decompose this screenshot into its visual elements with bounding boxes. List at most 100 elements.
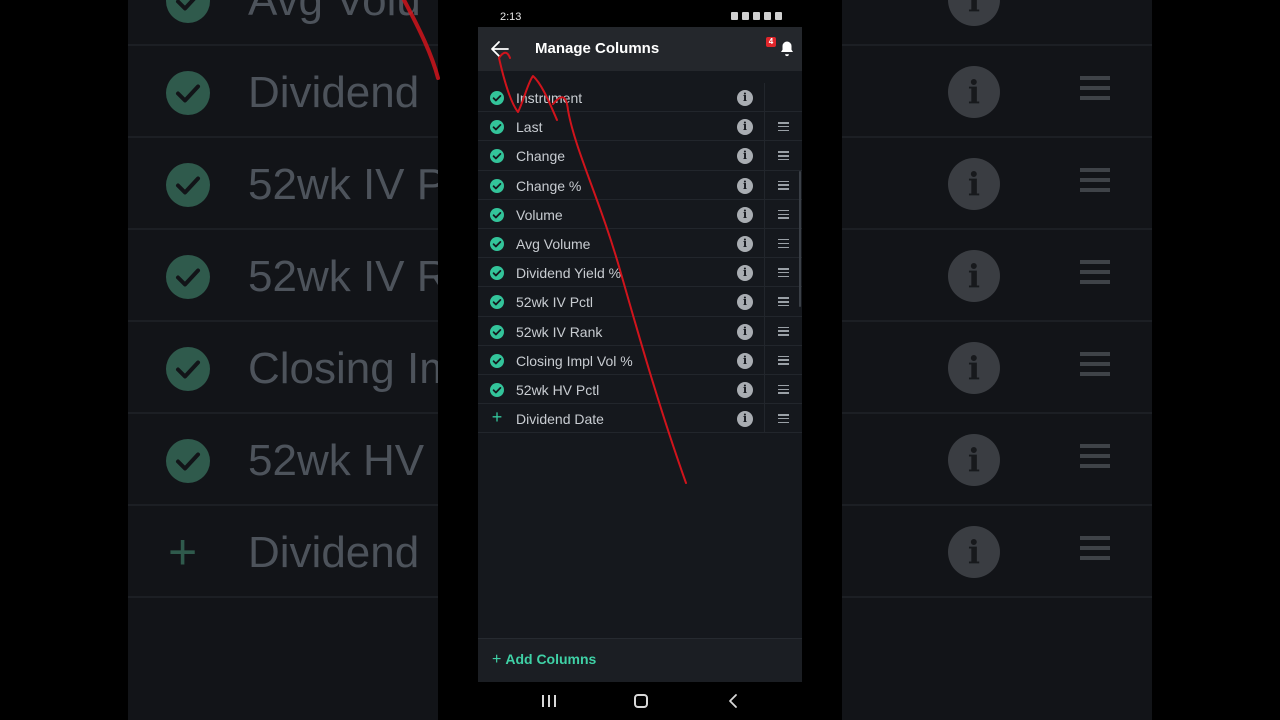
columns-panel: Instrument i Last i Change i Change % i Volume i A… xyxy=(478,71,802,638)
column-label: Avg Volume xyxy=(516,235,591,252)
column-label: Change % xyxy=(516,177,582,194)
column-row[interactable]: Change i xyxy=(478,141,802,171)
info-icon[interactable]: i xyxy=(737,119,753,136)
info-icon[interactable]: i xyxy=(737,323,753,340)
check-circle-icon xyxy=(166,439,210,483)
info-icon[interactable]: i xyxy=(737,148,753,165)
check-circle-icon[interactable] xyxy=(490,91,504,105)
page-title: Manage Columns xyxy=(535,40,660,57)
column-row[interactable]: Closing Impl Vol % i xyxy=(478,345,802,375)
arrow-left-icon xyxy=(491,41,509,57)
column-row[interactable]: Volume i xyxy=(478,199,802,229)
row-divider xyxy=(764,228,765,258)
drag-handle-icon[interactable] xyxy=(778,268,789,278)
plus-icon[interactable]: + xyxy=(489,408,505,426)
phone-screen: 2:13 Manage Columns 4 Instrument i Last i Ch… xyxy=(478,0,802,720)
add-columns-button[interactable]: + Add Columns xyxy=(492,651,596,669)
drag-handle-icon[interactable] xyxy=(778,238,789,249)
row-divider xyxy=(764,83,765,112)
battery-icon xyxy=(775,12,782,20)
info-icon[interactable]: i xyxy=(737,177,753,194)
check-circle-icon[interactable] xyxy=(490,178,504,193)
row-divider xyxy=(764,141,765,171)
drag-handle-icon[interactable] xyxy=(778,151,789,161)
row-divider xyxy=(764,404,765,434)
status-bar: 2:13 xyxy=(478,0,802,27)
app-bar: Manage Columns 4 xyxy=(478,27,802,71)
info-icon: i xyxy=(948,158,1000,210)
column-label: Volume xyxy=(516,206,563,223)
row-divider xyxy=(764,345,765,375)
add-columns-label: Add Columns xyxy=(505,651,597,667)
column-row[interactable]: Dividend Yield % i xyxy=(478,258,802,288)
row-divider xyxy=(764,258,765,288)
info-icon: i xyxy=(948,526,1000,578)
column-label: 52wk IV Pctl xyxy=(516,294,594,311)
drag-handle-icon[interactable] xyxy=(778,384,789,394)
check-circle-icon[interactable] xyxy=(490,266,504,281)
background-label: Avg Volu xyxy=(248,0,421,25)
plus-icon: + xyxy=(492,651,502,668)
info-icon[interactable]: i xyxy=(737,265,753,282)
column-row[interactable]: + Dividend Date i xyxy=(478,404,802,434)
check-circle-icon[interactable] xyxy=(490,120,504,135)
check-circle-icon[interactable] xyxy=(490,207,504,222)
column-label: Closing Impl Vol % xyxy=(516,352,633,369)
notification-badge: 4 xyxy=(766,37,776,47)
notifications-button[interactable]: 4 xyxy=(766,37,798,60)
check-circle-icon[interactable] xyxy=(490,149,504,164)
info-icon[interactable]: i xyxy=(737,235,753,252)
check-circle-icon[interactable] xyxy=(490,382,504,397)
info-icon[interactable]: i xyxy=(737,294,753,311)
column-row[interactable]: 52wk IV Rank i xyxy=(478,316,802,346)
background-label: 52wk IV P xyxy=(248,160,447,209)
check-circle-icon[interactable] xyxy=(490,324,504,339)
check-circle-icon[interactable] xyxy=(490,353,504,368)
columns-list: Instrument i Last i Change i Change % i Volume i A… xyxy=(478,83,802,434)
wifi-icon xyxy=(753,12,760,20)
drag-handle-icon[interactable] xyxy=(778,414,789,424)
check-circle-icon[interactable] xyxy=(490,236,504,251)
column-row[interactable]: Instrument i xyxy=(478,83,802,113)
chevron-left-icon xyxy=(729,694,737,708)
check-circle-icon xyxy=(166,0,210,23)
drag-handle-icon xyxy=(1080,536,1110,566)
signal-icon xyxy=(764,12,771,20)
drag-handle-icon[interactable] xyxy=(778,297,789,307)
column-label: Last xyxy=(516,119,543,136)
system-back-button[interactable] xyxy=(727,693,739,709)
column-row[interactable]: Change % i xyxy=(478,170,802,200)
column-row[interactable]: 52wk IV Pctl i xyxy=(478,287,802,317)
background-label: 52wk IV R xyxy=(248,252,449,301)
back-button[interactable] xyxy=(488,37,512,61)
mute-icon xyxy=(742,12,749,20)
home-button[interactable] xyxy=(634,694,648,708)
background-label: Dividend xyxy=(248,68,420,117)
drag-handle-icon[interactable] xyxy=(778,326,789,336)
info-icon[interactable]: i xyxy=(737,206,753,223)
column-row[interactable]: Last i xyxy=(478,112,802,142)
scrollbar[interactable] xyxy=(799,171,801,307)
column-row[interactable]: 52wk HV Pctl i xyxy=(478,374,802,405)
drag-handle-icon[interactable] xyxy=(778,180,789,190)
alarm-icon xyxy=(731,12,738,20)
row-divider xyxy=(764,374,765,404)
row-divider xyxy=(764,287,765,317)
bell-icon xyxy=(781,41,793,57)
footer: + Add Columns xyxy=(478,638,802,682)
drag-handle-icon[interactable] xyxy=(778,122,789,132)
recents-button[interactable] xyxy=(542,695,556,707)
info-icon[interactable]: i xyxy=(737,90,753,106)
info-icon[interactable]: i xyxy=(737,352,753,369)
column-row[interactable]: Avg Volume i xyxy=(478,228,802,259)
column-label: Dividend Date xyxy=(516,411,604,428)
check-circle-icon xyxy=(166,347,210,391)
check-circle-icon[interactable] xyxy=(490,295,504,310)
info-icon[interactable]: i xyxy=(737,381,753,398)
drag-handle-icon[interactable] xyxy=(778,355,789,365)
row-divider xyxy=(764,316,765,346)
info-icon[interactable]: i xyxy=(737,411,753,428)
android-nav-bar xyxy=(478,682,802,720)
drag-handle-icon[interactable] xyxy=(778,209,789,219)
row-divider xyxy=(764,199,765,229)
